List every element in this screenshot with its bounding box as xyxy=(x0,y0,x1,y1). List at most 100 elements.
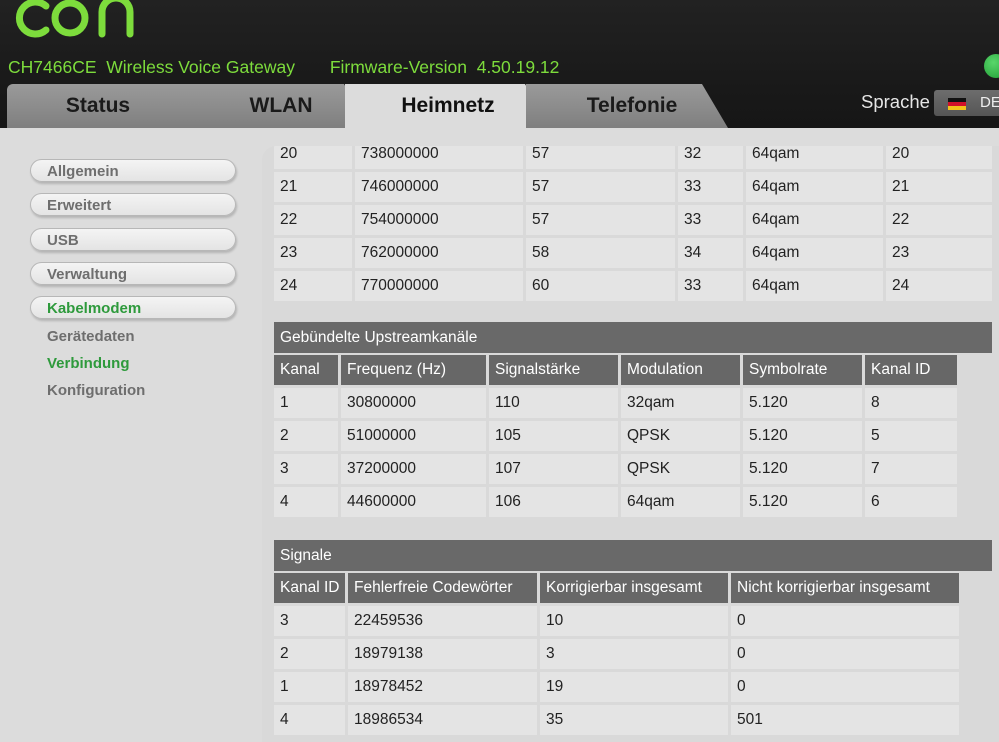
column-header: Frequenz (Hz) xyxy=(341,355,486,385)
table-cell: 60 xyxy=(526,271,675,301)
table-cell: 2 xyxy=(274,421,338,451)
column-header: Symbolrate xyxy=(743,355,862,385)
table-row: 4 18986534 35 501 xyxy=(274,705,959,735)
table-row: 3 22459536 10 0 xyxy=(274,606,959,636)
table-cell: 3 xyxy=(540,639,728,669)
table-cell: 770000000 xyxy=(355,271,523,301)
table-cell: 5.120 xyxy=(743,454,862,484)
table-cell: 738000000 xyxy=(355,146,523,169)
sidebar-subitem-konfiguration[interactable]: Konfiguration xyxy=(47,382,145,399)
table-cell: 0 xyxy=(731,606,959,636)
device-info: CH7466CE Wireless Voice Gateway Firmware… xyxy=(8,56,559,78)
sidebar-subitem-verbindung[interactable]: Verbindung xyxy=(47,355,130,372)
table-cell: 33 xyxy=(678,271,743,301)
table-cell: 4 xyxy=(274,705,345,735)
tab-telefonie[interactable]: Telefonie xyxy=(526,84,728,128)
sidebar-item-allgemein[interactable]: Allgemein xyxy=(30,159,236,182)
table-header-row: Kanal Frequenz (Hz) Signalstärke Modulat… xyxy=(274,355,957,385)
device-name: Wireless Voice Gateway xyxy=(106,57,295,77)
status-led-icon xyxy=(984,54,999,78)
table-cell: 6 xyxy=(865,487,957,517)
column-header: Kanal ID xyxy=(865,355,957,385)
table-cell: 33 xyxy=(678,205,743,235)
table-cell: 37200000 xyxy=(341,454,486,484)
table-row: 21 746000000 57 33 64qam 21 xyxy=(274,172,992,202)
sidebar: Allgemein Erweitert USB Verwaltung Kabel… xyxy=(0,128,262,742)
header-bar: CH7466CE Wireless Voice Gateway Firmware… xyxy=(0,0,999,128)
tab-wlan[interactable]: WLAN xyxy=(182,84,370,128)
table-cell: 44600000 xyxy=(341,487,486,517)
sidebar-item-usb[interactable]: USB xyxy=(30,228,236,251)
sidebar-item-erweitert[interactable]: Erweitert xyxy=(30,193,236,216)
brand-logo xyxy=(15,0,134,38)
sidebar-subitem-geraetedaten[interactable]: Gerätedaten xyxy=(47,328,135,345)
language-select[interactable]: DE xyxy=(934,90,999,116)
tab-wlan-label: WLAN xyxy=(249,94,313,117)
table-cell: 35 xyxy=(540,705,728,735)
firmware-version: 4.50.19.12 xyxy=(476,57,560,77)
sidebar-item-verwaltung[interactable]: Verwaltung xyxy=(30,262,236,285)
column-header: Modulation xyxy=(621,355,740,385)
column-header: Fehlerfreie Codewörter xyxy=(348,573,537,603)
sidebar-item-kabelmodem[interactable]: Kabelmodem xyxy=(30,296,236,319)
table-cell: 34 xyxy=(678,238,743,268)
table-cell: 64qam xyxy=(746,205,883,235)
tab-heimnetz[interactable]: Heimnetz xyxy=(345,84,551,128)
table-cell: 20 xyxy=(886,146,992,169)
german-flag-icon xyxy=(948,98,966,110)
language-label: Sprache xyxy=(861,91,930,112)
table-row: 1 30800000 110 32qam 5.120 8 xyxy=(274,388,957,418)
tab-status-label: Status xyxy=(65,94,131,117)
table-cell: 58 xyxy=(526,238,675,268)
table-cell: 19 xyxy=(540,672,728,702)
table-cell: 57 xyxy=(526,146,675,169)
language-value: DE xyxy=(980,94,999,111)
table-cell: 4 xyxy=(274,487,338,517)
table-cell: 22 xyxy=(886,205,992,235)
column-header: Korrigierbar insgesamt xyxy=(540,573,728,603)
column-header: Signalstärke xyxy=(489,355,618,385)
table-row: 20 738000000 57 32 64qam 20 xyxy=(274,146,992,169)
table-cell: 8 xyxy=(865,388,957,418)
table-cell: 1 xyxy=(274,388,338,418)
table-cell: 2 xyxy=(274,639,345,669)
table-cell: 18978452 xyxy=(348,672,537,702)
table-cell: 22459536 xyxy=(348,606,537,636)
table-cell: 0 xyxy=(731,639,959,669)
column-header: Kanal ID xyxy=(274,573,345,603)
column-header: Kanal xyxy=(274,355,338,385)
table-cell: 7 xyxy=(865,454,957,484)
table-cell: 64qam xyxy=(746,146,883,169)
table-cell: 5 xyxy=(865,421,957,451)
table-cell: 64qam xyxy=(746,271,883,301)
table-cell: 107 xyxy=(489,454,618,484)
table-cell: 105 xyxy=(489,421,618,451)
table-row: 3 37200000 107 QPSK 5.120 7 xyxy=(274,454,957,484)
table-cell: 33 xyxy=(678,172,743,202)
table-cell: 0 xyxy=(731,672,959,702)
table-cell: 64qam xyxy=(746,238,883,268)
table-cell: 23 xyxy=(886,238,992,268)
table-cell: 754000000 xyxy=(355,205,523,235)
table-cell: 51000000 xyxy=(341,421,486,451)
table-cell: QPSK xyxy=(621,454,740,484)
table-row: 2 18979138 3 0 xyxy=(274,639,959,669)
tab-telefonie-label: Telefonie xyxy=(586,94,678,117)
table-cell: 746000000 xyxy=(355,172,523,202)
signals-table: Kanal ID Fehlerfreie Codewörter Korrigie… xyxy=(271,570,962,738)
table-cell: 21 xyxy=(886,172,992,202)
table-cell: 64qam xyxy=(621,487,740,517)
column-header: Nicht korrigierbar insgesamt xyxy=(731,573,959,603)
table-cell: 22 xyxy=(274,205,352,235)
table-cell: QPSK xyxy=(621,421,740,451)
table-cell: 106 xyxy=(489,487,618,517)
table-header-row: Kanal ID Fehlerfreie Codewörter Korrigie… xyxy=(274,573,959,603)
table-cell: 18986534 xyxy=(348,705,537,735)
table-cell: 5.120 xyxy=(743,421,862,451)
table-row: 2 51000000 105 QPSK 5.120 5 xyxy=(274,421,957,451)
table-cell: 30800000 xyxy=(341,388,486,418)
table-cell: 64qam xyxy=(746,172,883,202)
firmware-label: Firmware-Version xyxy=(329,57,467,77)
table-cell: 1 xyxy=(274,672,345,702)
main-content[interactable]: 20 738000000 57 32 64qam 20 21 746000000… xyxy=(262,146,999,742)
